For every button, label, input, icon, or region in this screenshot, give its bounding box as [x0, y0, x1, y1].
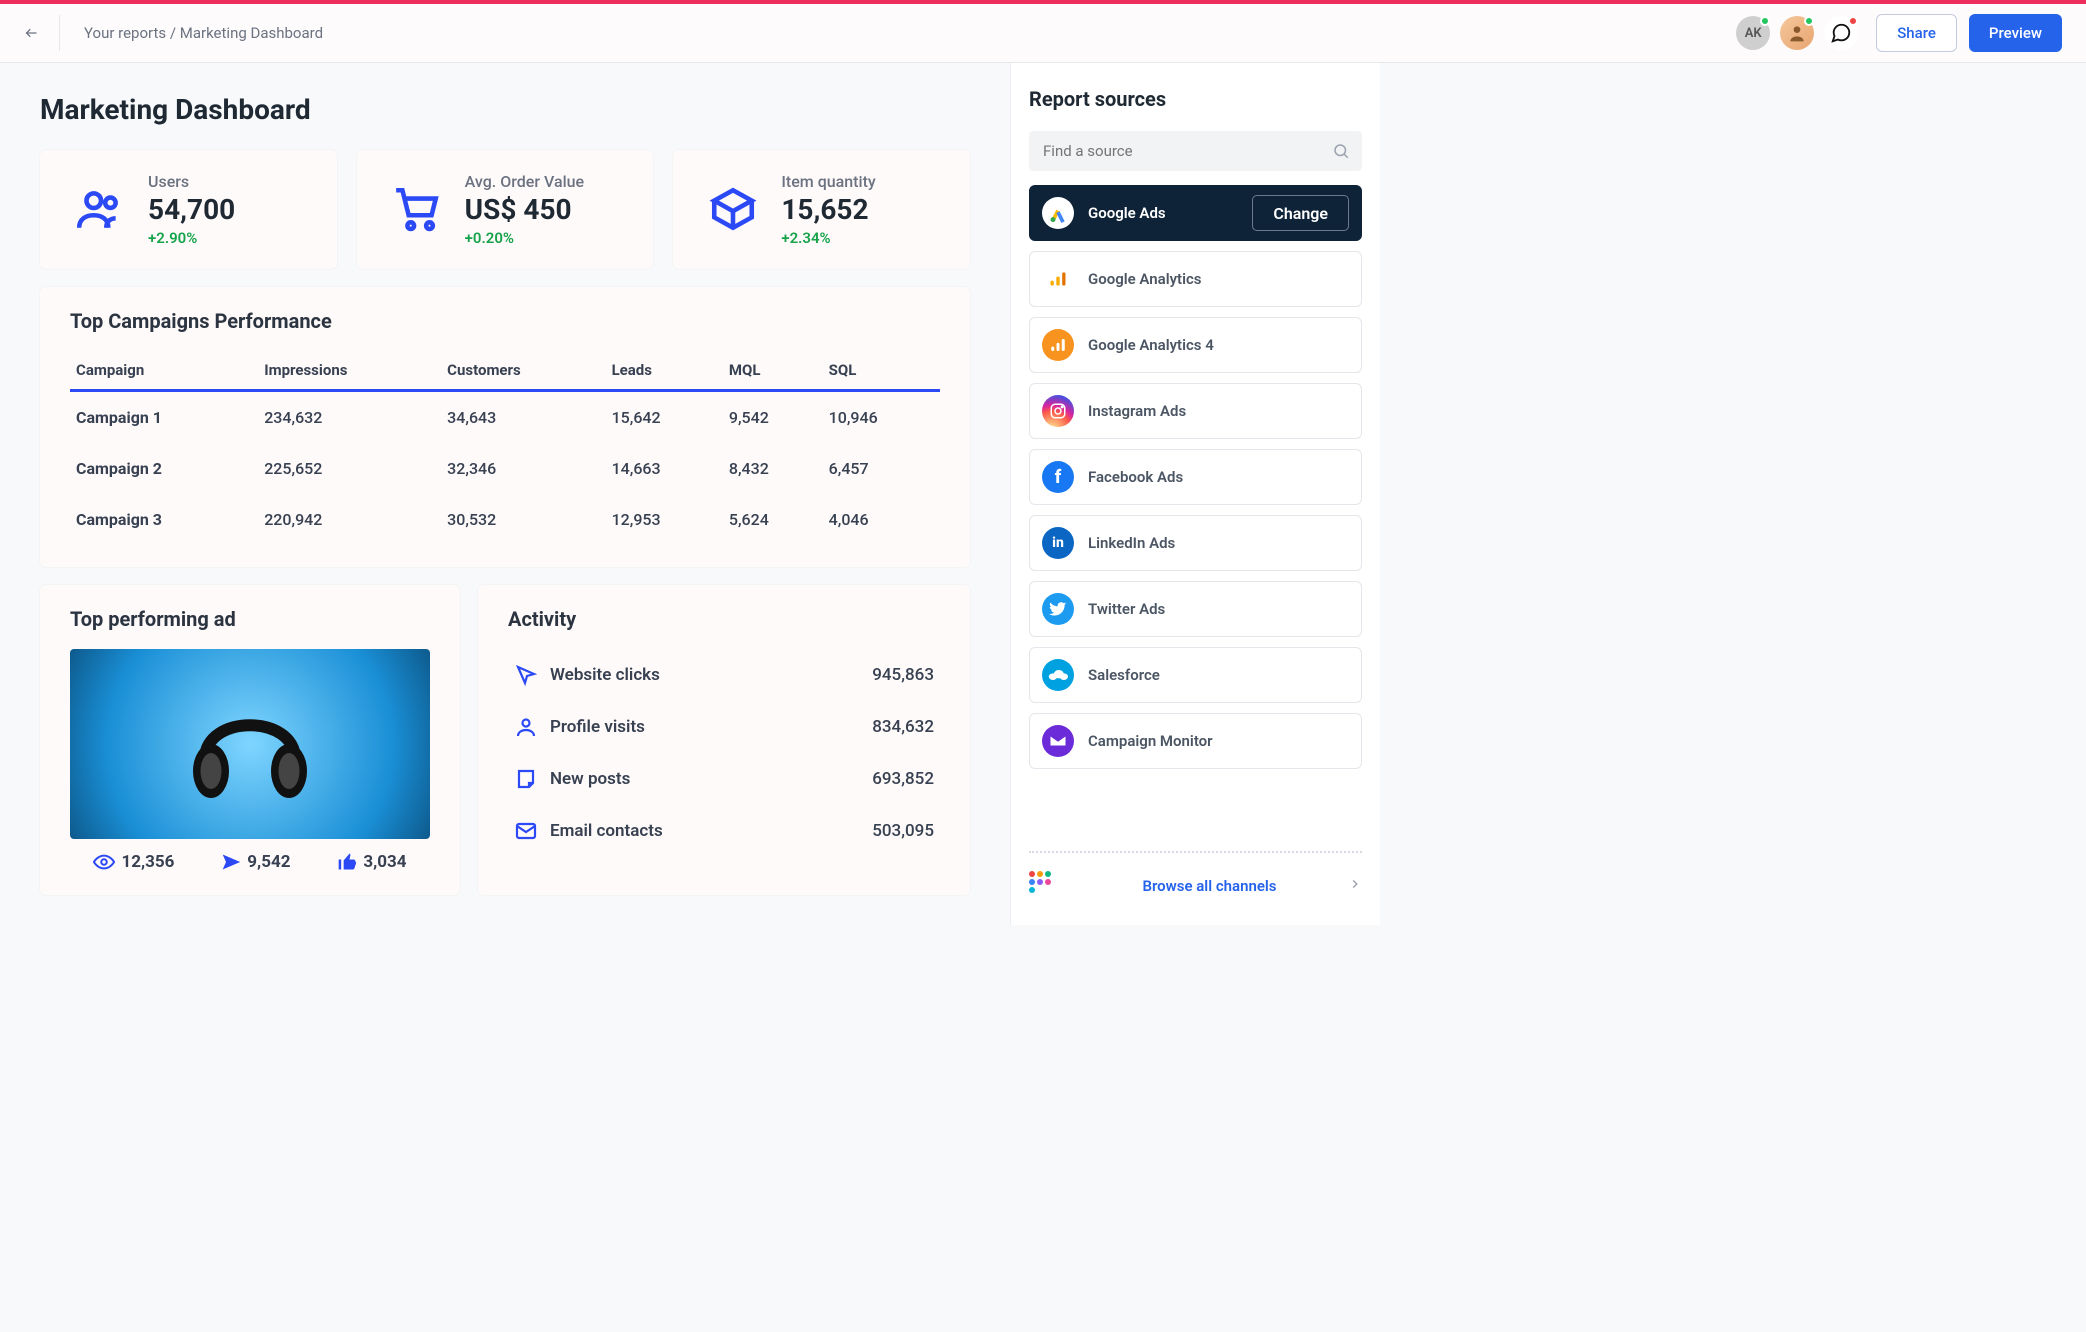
avatar-ak[interactable]: AK: [1736, 16, 1770, 50]
cursor-icon: [514, 663, 538, 687]
activity-card: Activity Website clicks 945,863 Profile …: [478, 585, 970, 895]
table-row: Campaign 2 225,652 32,346 14,663 8,432 6…: [70, 443, 940, 494]
channels-grid-icon: [1029, 871, 1059, 901]
breadcrumb[interactable]: Your reports / Marketing Dashboard: [84, 24, 323, 42]
back-button[interactable]: [24, 15, 60, 51]
activity-row: Profile visits 834,632: [508, 701, 940, 753]
browse-all-channels[interactable]: Browse all channels: [1029, 851, 1362, 901]
ad-image: [70, 649, 430, 839]
top-ad-title: Top performing ad: [70, 607, 430, 631]
users-icon: [70, 179, 130, 239]
kpi-users: Users 54,700 +2.90%: [40, 150, 337, 269]
note-icon: [514, 767, 538, 791]
change-button[interactable]: Change: [1252, 195, 1349, 231]
search-icon: [1332, 142, 1350, 160]
page-title: Marketing Dashboard: [40, 93, 970, 126]
kpi-items: Item quantity 15,652 +2.34%: [673, 150, 970, 269]
source-salesforce[interactable]: Salesforce: [1029, 647, 1362, 703]
activity-row: Website clicks 945,863: [508, 649, 940, 701]
sidebar-sources: Report sources Google Ads Change Google …: [1010, 63, 1380, 925]
topbar: Your reports / Marketing Dashboard AK Sh…: [0, 4, 2086, 63]
kpi-delta: +0.20%: [465, 229, 584, 247]
box-icon: [703, 179, 763, 239]
campaigns-table: Campaign Impressions Customers Leads MQL…: [70, 351, 940, 545]
status-dot-icon: [1804, 16, 1814, 26]
thumbs-up-icon: [337, 852, 357, 872]
chevron-right-icon: [1348, 876, 1362, 895]
ad-likes: 3,034: [337, 852, 406, 872]
source-twitter-ads[interactable]: Twitter Ads: [1029, 581, 1362, 637]
source-facebook-ads[interactable]: f Facebook Ads: [1029, 449, 1362, 505]
ad-shares: 9,542: [221, 852, 290, 872]
notification-dot-icon: [1848, 16, 1858, 26]
activity-row: New posts 693,852: [508, 753, 940, 805]
ad-views: 12,356: [93, 851, 174, 873]
facebook-icon: f: [1042, 461, 1074, 493]
avatar-group: AK: [1736, 16, 1858, 50]
main-content: Marketing Dashboard Users 54,700 +2.90% …: [0, 63, 1010, 925]
table-row: Campaign 1 234,632 34,643 15,642 9,542 1…: [70, 390, 940, 443]
source-google-analytics-4[interactable]: Google Analytics 4: [1029, 317, 1362, 373]
preview-button[interactable]: Preview: [1969, 14, 2062, 52]
arrow-left-icon: [24, 22, 39, 44]
source-campaign-monitor[interactable]: Campaign Monitor: [1029, 713, 1362, 769]
source-search: [1029, 131, 1362, 171]
status-dot-icon: [1760, 16, 1770, 26]
google-ads-icon: [1042, 197, 1074, 229]
person-icon: [1787, 23, 1807, 43]
campaigns-card: Top Campaigns Performance Campaign Impre…: [40, 287, 970, 567]
twitter-icon: [1042, 593, 1074, 625]
chat-button[interactable]: [1824, 16, 1858, 50]
headphones-icon: [175, 669, 325, 819]
col-campaign: Campaign: [70, 351, 258, 391]
source-instagram-ads[interactable]: Instagram Ads: [1029, 383, 1362, 439]
user-icon: [514, 715, 538, 739]
salesforce-icon: [1042, 659, 1074, 691]
kpi-label: Item quantity: [781, 172, 875, 191]
kpi-delta: +2.34%: [781, 229, 875, 247]
top-ad-card: Top performing ad 12,356: [40, 585, 460, 895]
kpi-aov: Avg. Order Value US$ 450 +0.20%: [357, 150, 654, 269]
search-input[interactable]: [1029, 131, 1362, 171]
activity-row: Email contacts 503,095: [508, 805, 940, 857]
table-row: Campaign 3 220,942 30,532 12,953 5,624 4…: [70, 494, 940, 545]
avatar-photo[interactable]: [1780, 16, 1814, 50]
kpi-value: 15,652: [781, 193, 875, 227]
linkedin-icon: in: [1042, 527, 1074, 559]
chat-icon: [1830, 22, 1852, 44]
col-customers: Customers: [441, 351, 605, 391]
kpi-label: Avg. Order Value: [465, 172, 584, 191]
source-google-ads[interactable]: Google Ads Change: [1029, 185, 1362, 241]
col-leads: Leads: [606, 351, 723, 391]
mail-icon: [514, 819, 538, 843]
source-google-analytics[interactable]: Google Analytics: [1029, 251, 1362, 307]
cart-icon: [387, 179, 447, 239]
eye-icon: [93, 851, 115, 873]
source-linkedin-ads[interactable]: in LinkedIn Ads: [1029, 515, 1362, 571]
send-icon: [221, 852, 241, 872]
kpi-value: US$ 450: [465, 193, 584, 227]
share-button[interactable]: Share: [1876, 14, 1957, 52]
kpi-value: 54,700: [148, 193, 235, 227]
google-analytics-4-icon: [1042, 329, 1074, 361]
kpi-delta: +2.90%: [148, 229, 235, 247]
kpi-label: Users: [148, 172, 235, 191]
col-mql: MQL: [723, 351, 823, 391]
campaign-monitor-icon: [1042, 725, 1074, 757]
activity-title: Activity: [508, 607, 940, 631]
instagram-icon: [1042, 395, 1074, 427]
col-sql: SQL: [823, 351, 940, 391]
col-impressions: Impressions: [258, 351, 441, 391]
sidebar-title: Report sources: [1029, 87, 1362, 111]
google-analytics-icon: [1042, 263, 1074, 295]
campaigns-title: Top Campaigns Performance: [70, 309, 940, 333]
